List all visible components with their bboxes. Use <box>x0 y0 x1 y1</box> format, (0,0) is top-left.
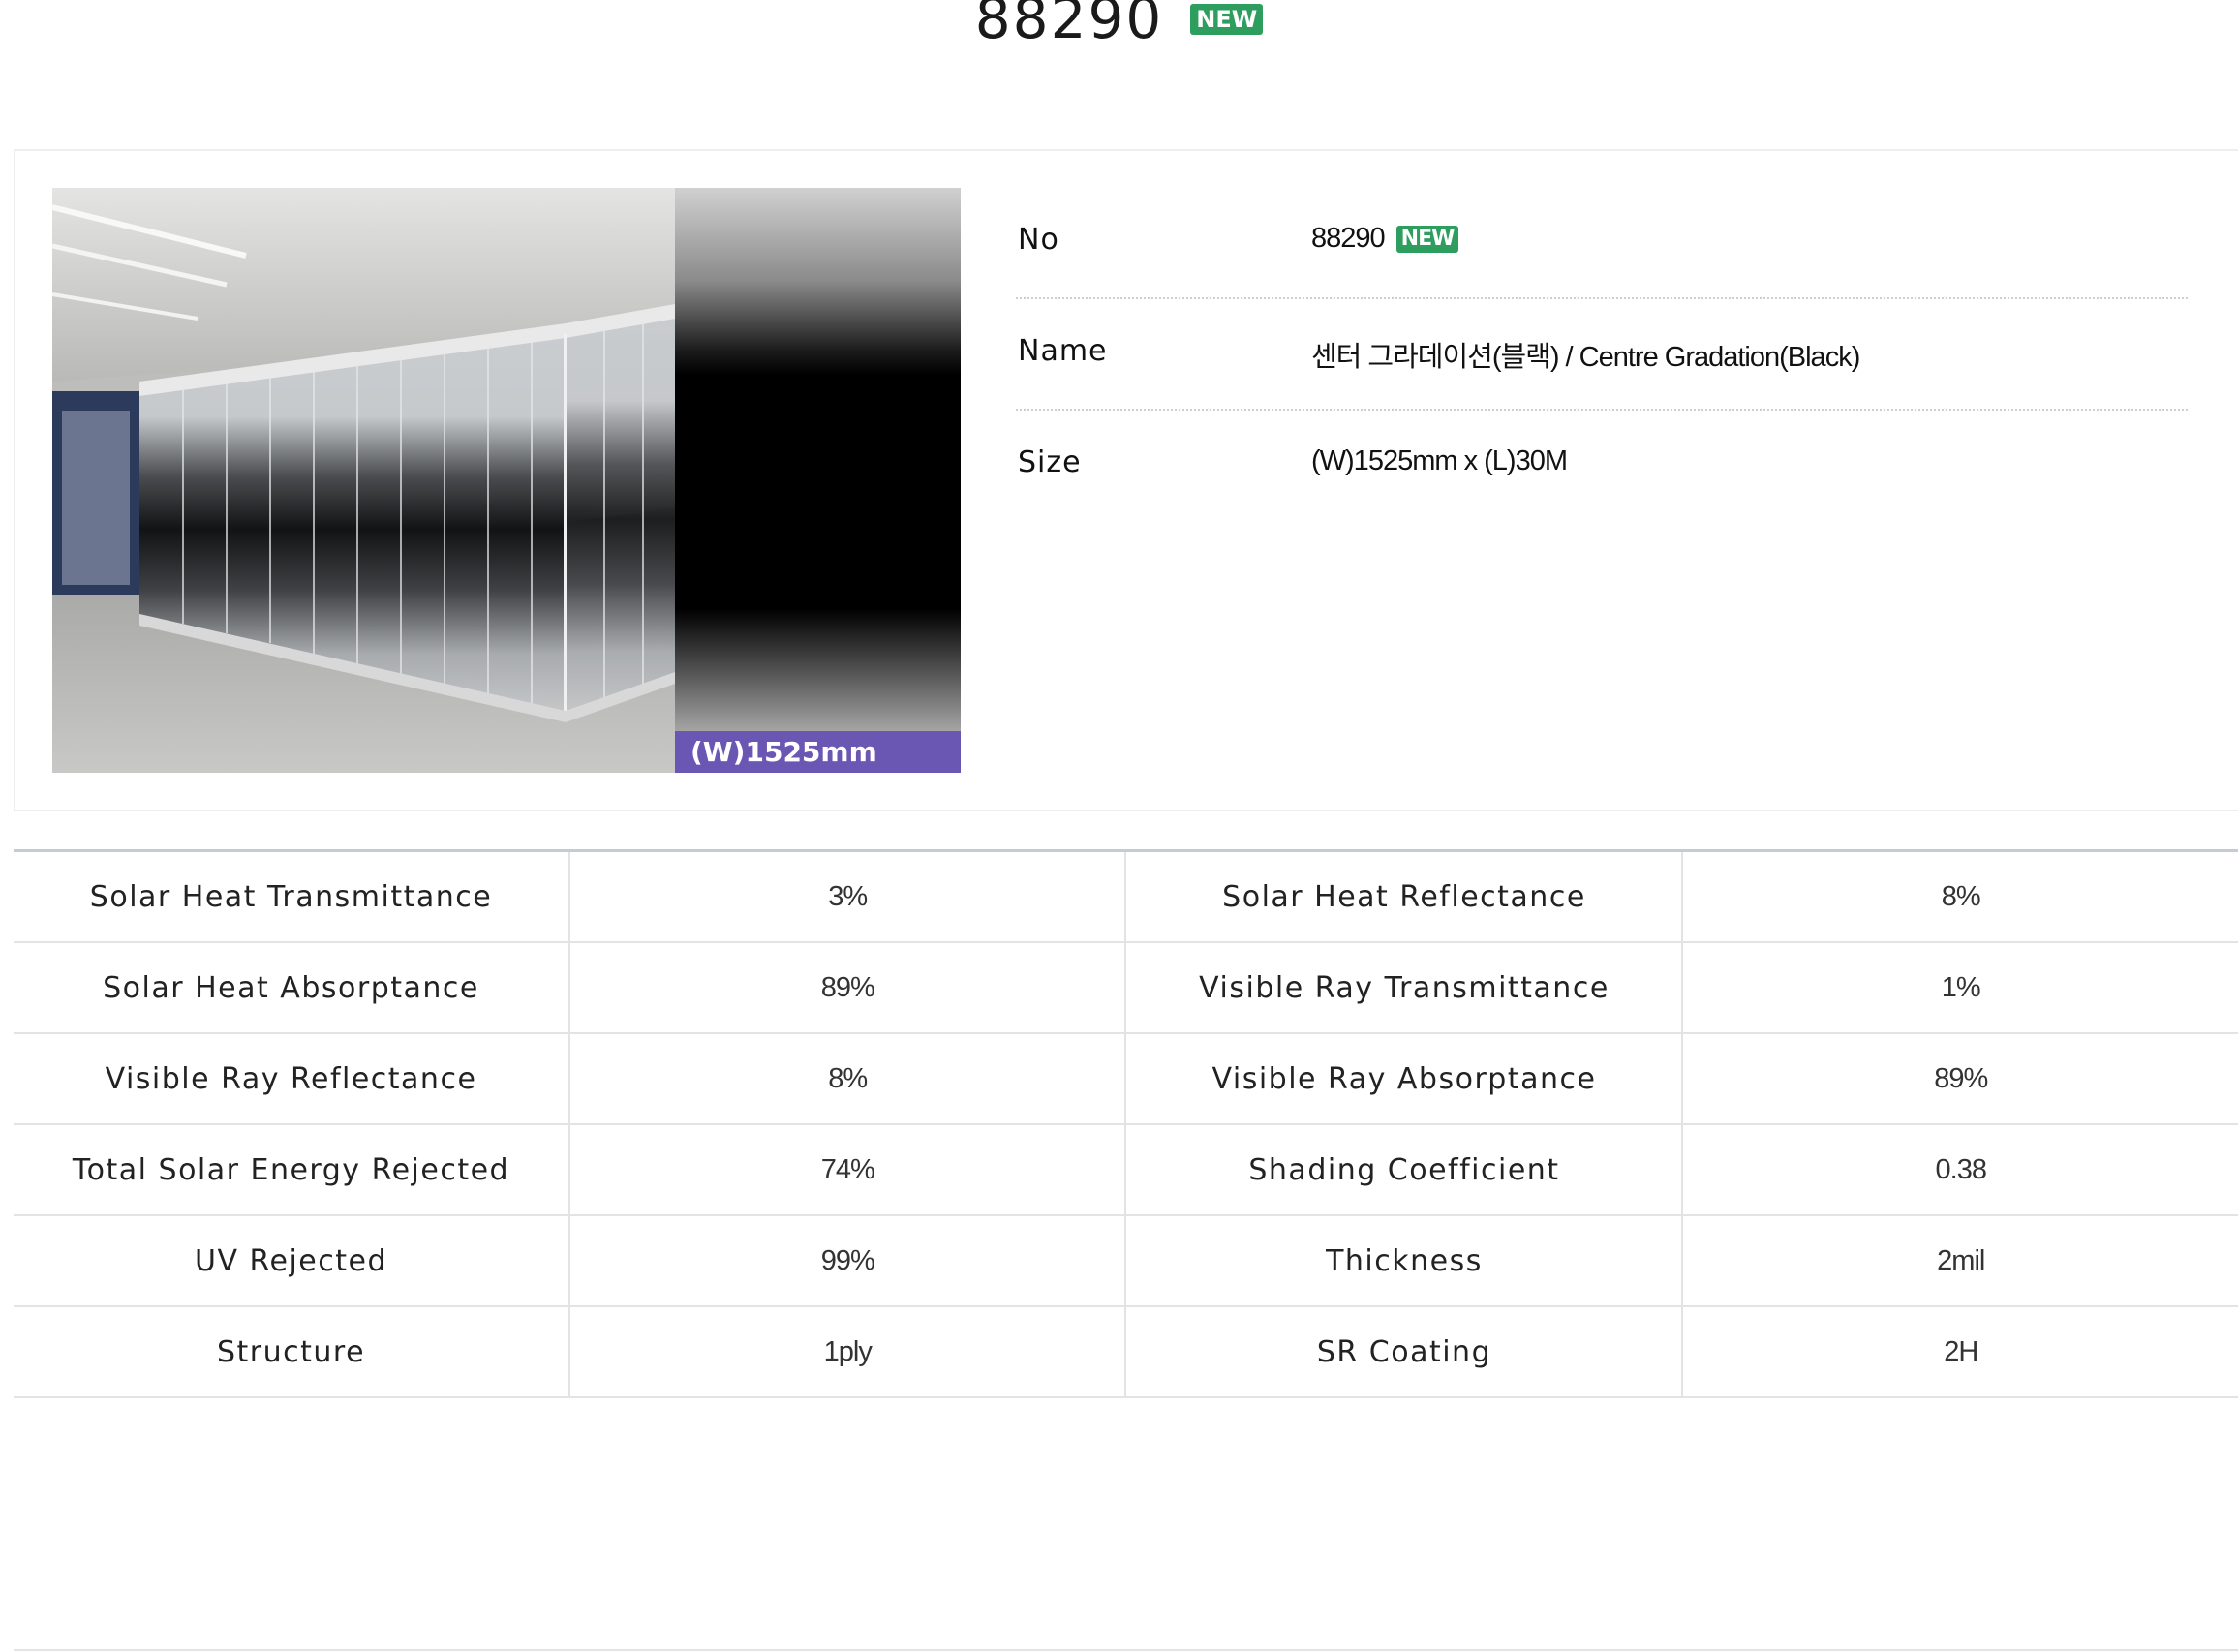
table-row: Solar Heat Transmittance 3% Solar Heat R… <box>14 850 2238 943</box>
spec-value: 89% <box>1682 1033 2238 1125</box>
table-row: Visible Ray Reflectance 8% Visible Ray A… <box>14 1033 2238 1125</box>
info-label-no: No <box>1018 223 1059 257</box>
spec-label: Shading Coefficient <box>1125 1124 1684 1216</box>
product-image[interactable]: (W)1525mm <box>52 188 961 773</box>
info-value-size: (W)1525mm x (L)30M <box>1311 445 1568 476</box>
info-row-no: No 88290 NEW <box>1016 188 2188 299</box>
spec-label: Structure <box>14 1306 570 1398</box>
info-label-size: Size <box>1018 445 1082 479</box>
info-label-name: Name <box>1018 334 1108 368</box>
spec-table: Solar Heat Transmittance 3% Solar Heat R… <box>14 849 2238 1398</box>
table-row: UV Rejected 99% Thickness 2mil <box>14 1215 2238 1307</box>
table-row: Total Solar Energy Rejected 74% Shading … <box>14 1124 2238 1216</box>
info-row-name: Name 센터 그라데이션(블랙) / Centre Gradation(Bla… <box>1016 299 2188 411</box>
product-number-title: 88290 <box>974 0 1164 51</box>
product-number: 88290 <box>1311 223 1386 254</box>
spec-label: Total Solar Energy Rejected <box>14 1124 570 1216</box>
spec-label: Thickness <box>1125 1215 1684 1307</box>
spec-label: Solar Heat Reflectance <box>1125 850 1684 943</box>
table-row: Solar Heat Absorptance 89% Visible Ray T… <box>14 942 2238 1034</box>
spec-label: Visible Ray Absorptance <box>1125 1033 1684 1125</box>
spec-value: 89% <box>569 942 1127 1034</box>
spec-value: 1% <box>1682 942 2238 1034</box>
page-title: 88290 NEW <box>0 0 2238 58</box>
info-row-size: Size (W)1525mm x (L)30M <box>1016 411 2188 522</box>
product-card: (W)1525mm No 88290 NEW Name 센터 그라데이션(블랙)… <box>14 149 2238 811</box>
spec-label: Solar Heat Transmittance <box>14 850 570 943</box>
spec-value: 3% <box>569 850 1127 943</box>
product-info-list: No 88290 NEW Name 센터 그라데이션(블랙) / Centre … <box>1016 188 2188 522</box>
spec-label: UV Rejected <box>14 1215 570 1307</box>
width-label: (W)1525mm <box>675 731 961 773</box>
office-glass-room-photo <box>52 188 961 773</box>
spec-value: 2H <box>1682 1306 2238 1398</box>
spec-label: SR Coating <box>1125 1306 1684 1398</box>
spec-value: 74% <box>569 1124 1127 1216</box>
table-row: Structure 1ply SR Coating 2H <box>14 1306 2238 1398</box>
spec-label: Visible Ray Reflectance <box>14 1033 570 1125</box>
spec-value: 0.38 <box>1682 1124 2238 1216</box>
spec-value: 8% <box>569 1033 1127 1125</box>
spec-value: 2mil <box>1682 1215 2238 1307</box>
spec-value: 99% <box>569 1215 1127 1307</box>
info-value-no: 88290 NEW <box>1311 223 1459 255</box>
spec-label: Solar Heat Absorptance <box>14 942 570 1034</box>
spec-value: 8% <box>1682 850 2238 943</box>
new-badge: NEW <box>1190 4 1264 35</box>
info-value-name: 센터 그라데이션(블랙) / Centre Gradation(Black) <box>1311 342 1860 373</box>
new-badge: NEW <box>1395 225 1459 253</box>
spec-value: 1ply <box>569 1306 1127 1398</box>
spec-label: Visible Ray Transmittance <box>1125 942 1684 1034</box>
divider <box>14 1649 2238 1651</box>
